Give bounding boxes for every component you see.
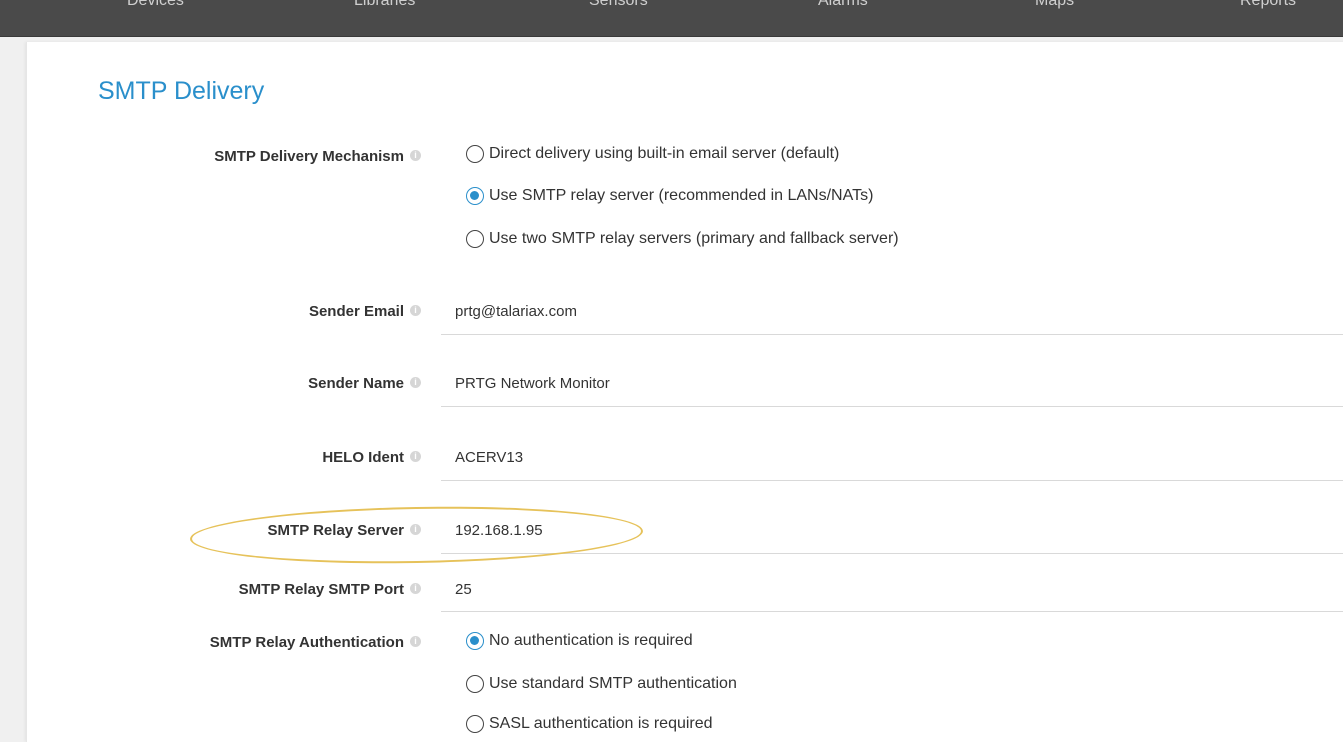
helo-ident-label: HELO Ident — [322, 449, 404, 466]
relay-server-label: SMTP Relay Server — [267, 522, 404, 539]
info-icon[interactable]: i — [410, 583, 421, 594]
info-icon[interactable]: i — [410, 636, 421, 647]
section-title: SMTP Delivery — [98, 77, 265, 105]
field-underline — [441, 611, 1343, 612]
mechanism-label: SMTP Delivery Mechanism — [214, 148, 404, 165]
sender-email-label: Sender Email — [308, 303, 404, 320]
info-icon[interactable]: i — [410, 451, 421, 462]
radio-label: Use SMTP relay server (recommended in LA… — [489, 187, 874, 204]
sender-name-field[interactable]: PRTG Network Monitor — [455, 375, 610, 392]
radio-button[interactable] — [466, 145, 484, 163]
field-underline — [441, 480, 1343, 481]
relay-port-field[interactable]: 25 — [455, 581, 472, 598]
radio-button[interactable] — [466, 230, 484, 248]
info-icon[interactable]: i — [410, 524, 421, 535]
radio-option-two-relay-servers[interactable]: Use two SMTP relay servers (primary and … — [466, 230, 899, 248]
radio-label: Use standard SMTP authentication — [489, 675, 737, 692]
radio-option-no-auth[interactable]: No authentication is required — [466, 632, 693, 650]
info-icon[interactable]: i — [410, 305, 421, 316]
radio-label: Direct delivery using built-in email ser… — [489, 145, 840, 162]
nav-item-sensors[interactable]: Sensors — [589, 0, 648, 10]
field-underline — [441, 553, 1343, 554]
radio-button[interactable] — [466, 675, 484, 693]
sender-email-field[interactable]: prtg@talariax.com — [455, 303, 577, 320]
field-underline — [441, 406, 1343, 407]
nav-item-alarms[interactable]: Alarms — [818, 0, 868, 10]
info-icon[interactable]: i — [410, 377, 421, 388]
nav-item-reports[interactable]: Reports — [1240, 0, 1296, 10]
info-icon[interactable]: i — [410, 150, 421, 161]
radio-option-direct-delivery[interactable]: Direct delivery using built-in email ser… — [466, 145, 839, 163]
helo-ident-field[interactable]: ACERV13 — [455, 449, 523, 466]
relay-auth-label: SMTP Relay Authentication — [209, 634, 404, 651]
sender-name-label: Sender Name — [308, 375, 404, 392]
radio-button-selected[interactable] — [466, 632, 484, 650]
relay-server-field[interactable]: 192.168.1.95 — [455, 522, 543, 539]
radio-option-sasl-auth[interactable]: SASL authentication is required — [466, 715, 713, 733]
radio-option-smtp-relay[interactable]: Use SMTP relay server (recommended in LA… — [466, 187, 873, 205]
nav-item-libraries[interactable]: Libraries — [354, 0, 415, 10]
radio-button[interactable] — [466, 715, 484, 733]
nav-item-devices[interactable]: Devices — [127, 0, 184, 10]
nav-item-maps[interactable]: Maps — [1035, 0, 1074, 10]
radio-label: Use two SMTP relay servers (primary and … — [489, 230, 899, 247]
radio-button-selected[interactable] — [466, 187, 484, 205]
relay-port-label: SMTP Relay SMTP Port — [238, 581, 404, 598]
radio-label: SASL authentication is required — [489, 715, 713, 732]
top-nav-bar: Devices Libraries Sensors Alarms Maps Re… — [0, 0, 1343, 37]
radio-option-standard-auth[interactable]: Use standard SMTP authentication — [466, 675, 737, 693]
radio-label: No authentication is required — [489, 632, 693, 649]
field-underline — [441, 334, 1343, 335]
